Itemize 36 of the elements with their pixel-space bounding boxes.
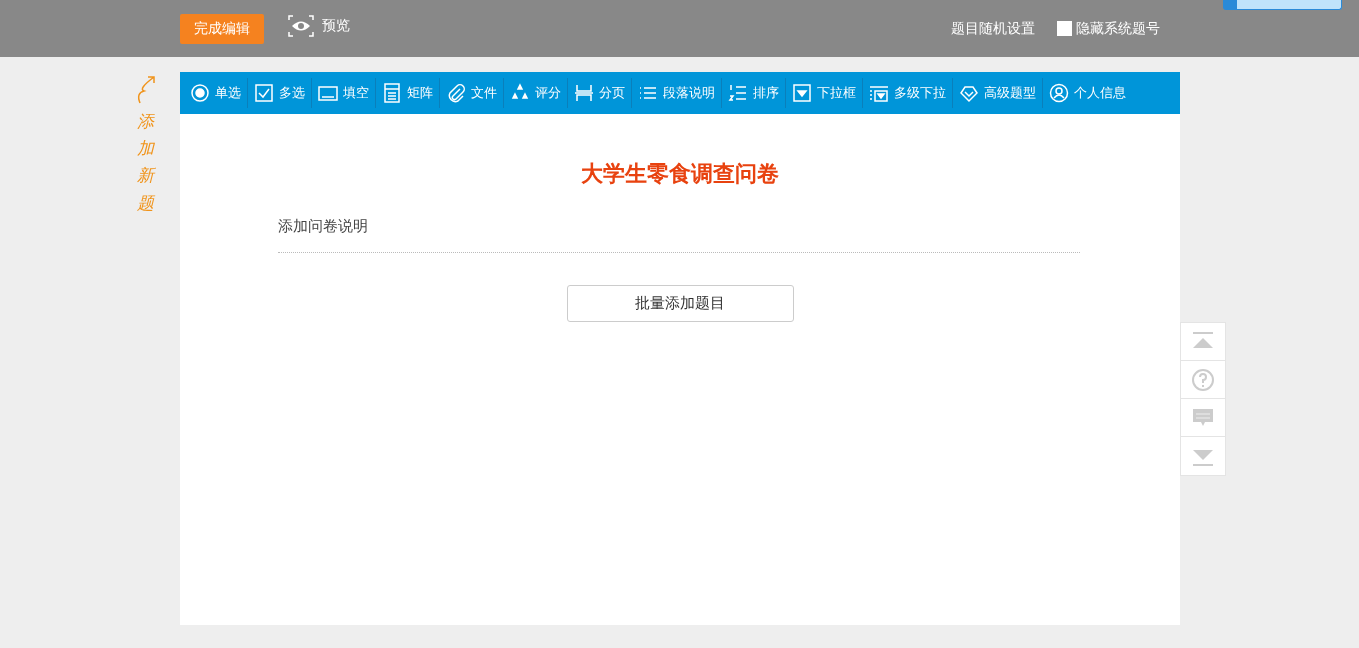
person-type-icon <box>1049 83 1069 103</box>
question-type-button[interactable]: 排序 <box>722 78 786 108</box>
preview-link[interactable]: 预览 <box>288 14 350 37</box>
hint-text: 添加新题 <box>136 110 154 215</box>
advanced-type-icon <box>959 83 979 103</box>
multidropdown-type-icon <box>869 83 889 103</box>
question-type-button[interactable]: 个人信息 <box>1043 78 1132 108</box>
question-type-button[interactable]: 分页 <box>568 78 632 108</box>
checkbox-box[interactable] <box>1057 21 1072 36</box>
question-type-button[interactable]: 多选 <box>248 78 312 108</box>
hide-numbers-checkbox[interactable]: 隐藏系统题号 <box>1057 19 1160 38</box>
survey-description[interactable]: 添加问卷说明 <box>278 217 1080 253</box>
question-type-button[interactable]: 段落说明 <box>632 78 722 108</box>
page-type-icon <box>574 83 594 103</box>
question-type-button[interactable]: 下拉框 <box>786 78 863 108</box>
radio-type-icon <box>190 83 210 103</box>
upload-badge[interactable] <box>1223 0 1342 10</box>
question-type-button[interactable]: 高级题型 <box>953 78 1043 108</box>
matrix-type-icon <box>382 83 402 103</box>
file-type-icon <box>446 83 466 103</box>
batch-add-button[interactable]: 批量添加题目 <box>566 285 794 322</box>
question-type-button[interactable]: 单选 <box>184 78 248 108</box>
question-type-button[interactable]: 文件 <box>440 78 504 108</box>
eye-icon <box>288 14 314 37</box>
survey-title: 大学生零食调查问卷 <box>581 160 779 188</box>
random-setting-link[interactable]: 题目随机设置 <box>951 19 1035 38</box>
question-type-button[interactable]: 矩阵 <box>376 78 440 108</box>
finish-edit-button[interactable]: 完成编辑 <box>180 13 264 44</box>
question-type-button[interactable]: 填空 <box>312 78 376 108</box>
question-type-button[interactable]: 多级下拉 <box>863 78 953 108</box>
question-type-button[interactable]: 评分 <box>504 78 568 108</box>
dropdown-type-icon <box>792 83 812 103</box>
sort-type-icon <box>728 83 748 103</box>
checkbox-type-icon <box>254 83 274 103</box>
blank-type-icon <box>318 83 338 103</box>
help-icon <box>1191 367 1215 392</box>
